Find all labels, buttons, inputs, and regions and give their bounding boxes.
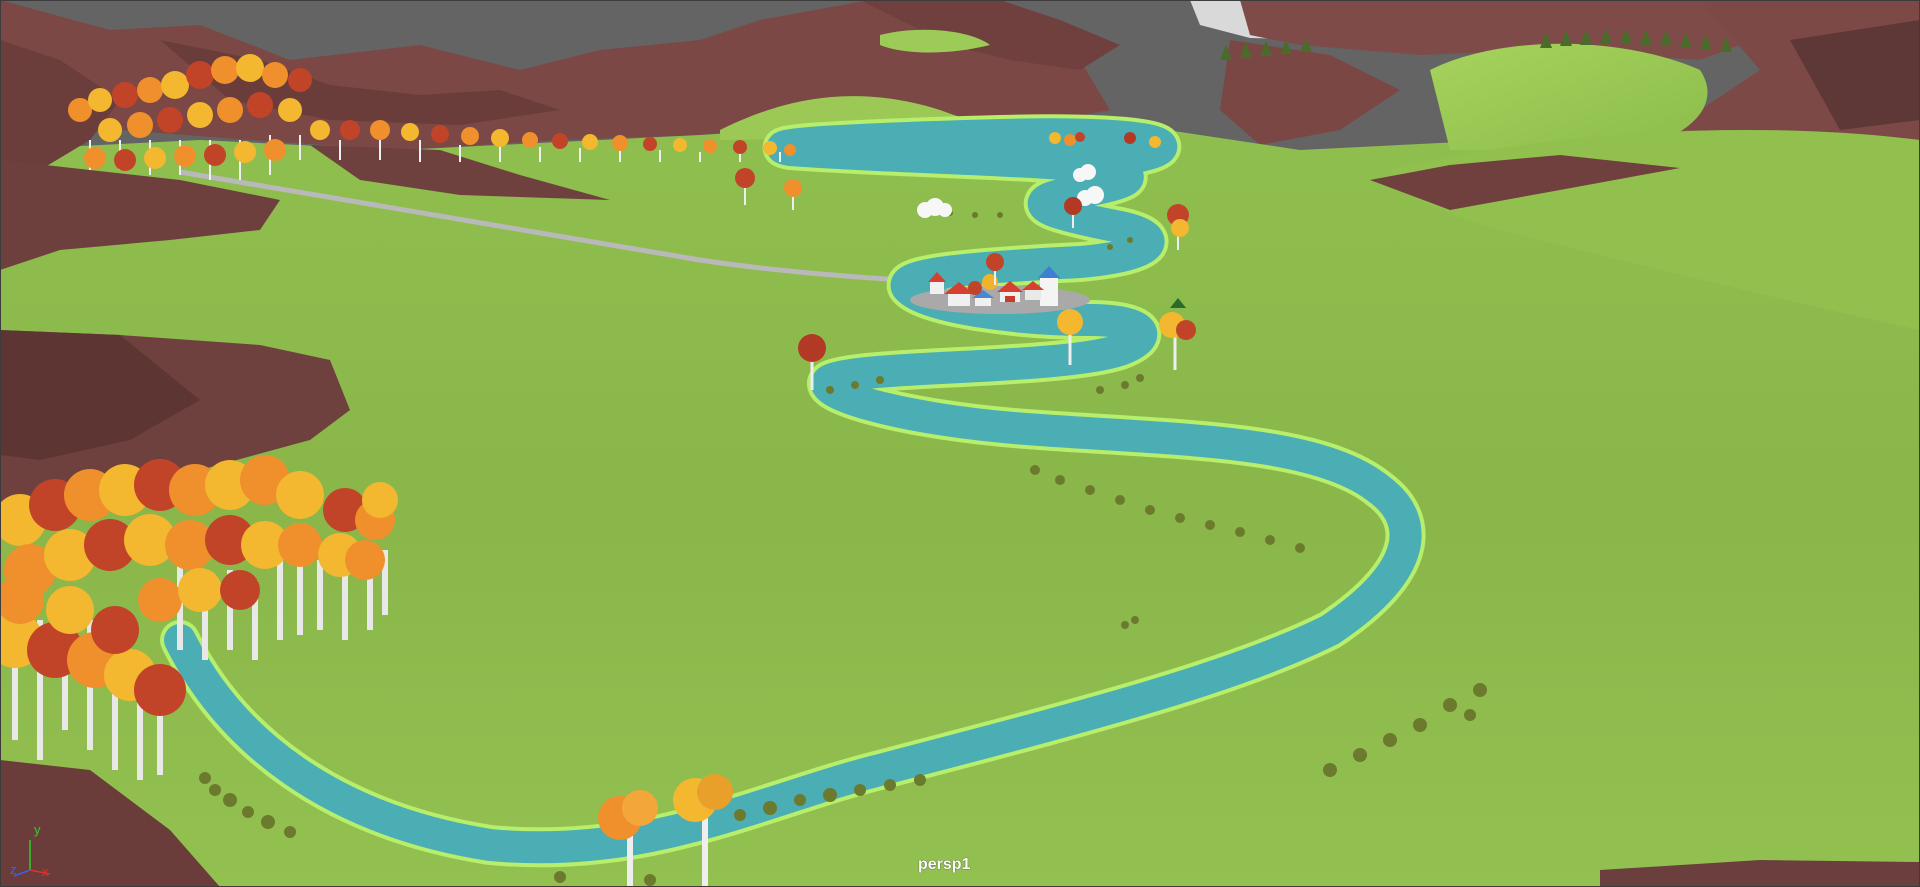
- axis-gizmo: y x z: [4, 822, 64, 882]
- x-axis-label: x: [42, 864, 49, 879]
- camera-name-label: persp1: [918, 856, 971, 873]
- z-axis-label: z: [10, 862, 17, 877]
- maya-perspective-viewport[interactable]: y x z persp1: [0, 0, 1920, 887]
- landscape-scene[interactable]: [0, 0, 1920, 887]
- y-axis-label: y: [34, 822, 41, 837]
